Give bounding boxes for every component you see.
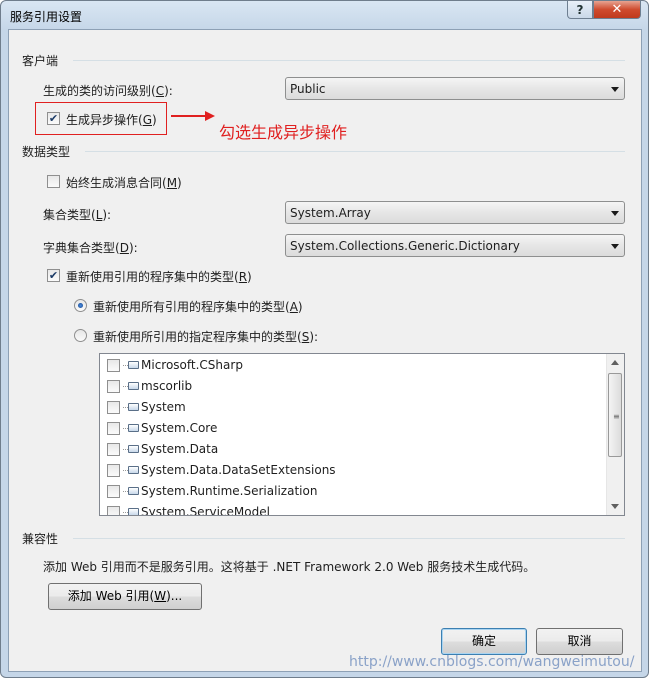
assembly-name: System.Core	[141, 421, 218, 435]
checkmark-icon: ✔	[48, 112, 59, 125]
reuse-types-label: 重新使用引用的程序集中的类型(R)	[66, 270, 252, 284]
collection-type-dropdown[interactable]: System.Array	[285, 201, 625, 224]
list-item[interactable]: mscorlib	[100, 376, 600, 397]
access-level-label: 生成的类的访问级别(C):	[43, 84, 173, 98]
add-web-reference-button[interactable]: 添加 Web 引用(W)...	[48, 583, 202, 610]
assembly-icon	[128, 445, 139, 453]
list-item[interactable]: System.ServiceModel	[100, 502, 600, 516]
checkmark-icon: ✔	[48, 269, 59, 282]
assembly-checkbox[interactable]	[107, 422, 120, 435]
chevron-down-icon	[611, 87, 619, 92]
assembly-icon	[128, 487, 139, 495]
scroll-up-icon[interactable]	[611, 360, 619, 365]
access-level-value: Public	[290, 82, 326, 96]
assembly-icon	[128, 466, 139, 474]
title-bar: 服务引用设置 ? ✕	[1, 1, 648, 29]
help-icon: ?	[576, 2, 584, 17]
ok-button[interactable]: 确定	[441, 628, 527, 655]
client-group-title: 客户端	[22, 54, 59, 68]
assembly-list-scrollbar[interactable]: ≡	[606, 354, 624, 515]
dictionary-type-dropdown[interactable]: System.Collections.Generic.Dictionary	[285, 234, 625, 257]
radio-selected-icon	[78, 303, 83, 308]
cancel-button[interactable]: 取消	[536, 628, 623, 655]
list-item[interactable]: System	[100, 397, 600, 418]
collection-type-value: System.Array	[290, 206, 371, 220]
reuse-types-checkbox[interactable]: ✔	[47, 269, 60, 282]
close-button[interactable]: ✕	[593, 1, 641, 19]
list-item[interactable]: Microsoft.CSharp	[100, 355, 600, 376]
scroll-down-icon[interactable]	[611, 504, 619, 509]
reuse-specified-radio[interactable]	[74, 329, 87, 342]
dictionary-type-value: System.Collections.Generic.Dictionary	[290, 239, 520, 253]
annotation-text: 勾选生成异步操作	[219, 123, 348, 142]
list-item[interactable]: System.Runtime.Serialization	[100, 481, 600, 502]
always-message-contracts-checkbox[interactable]	[47, 175, 60, 188]
assembly-list[interactable]: Microsoft.CSharp mscorlib System System.…	[99, 353, 625, 516]
list-item[interactable]: System.Data.DataSetExtensions	[100, 460, 600, 481]
service-reference-settings-dialog: 服务引用设置 ? ✕ 客户端 生成的类的访问级别(C): Public ✔ 生成…	[0, 0, 649, 678]
assembly-name: System.Data.DataSetExtensions	[141, 463, 336, 477]
annotation-arrow-icon	[171, 111, 215, 121]
dictionary-type-label: 字典集合类型(D):	[43, 241, 138, 255]
assembly-checkbox[interactable]	[107, 464, 120, 477]
compatibility-description: 添加 Web 引用而不是服务引用。这将基于 .NET Framework 2.0…	[43, 560, 536, 574]
assembly-name: System.Runtime.Serialization	[141, 484, 318, 498]
assembly-checkbox[interactable]	[107, 506, 120, 515]
assembly-checkbox[interactable]	[107, 380, 120, 393]
assembly-checkbox[interactable]	[107, 359, 120, 372]
assembly-name: System.ServiceModel	[141, 505, 270, 516]
list-item[interactable]: System.Core	[100, 418, 600, 439]
watermark-url: http://www.cnblogs.com/wangweimutou/	[349, 654, 635, 670]
reuse-all-radio[interactable]	[74, 299, 87, 312]
assembly-icon	[128, 361, 139, 369]
compatibility-group-divider	[73, 538, 625, 539]
dialog-body: 客户端 生成的类的访问级别(C): Public ✔ 生成异步操作(G) 勾选生…	[8, 29, 642, 672]
data-types-group-title: 数据类型	[22, 145, 71, 159]
assembly-icon	[128, 403, 139, 411]
assembly-checkbox[interactable]	[107, 443, 120, 456]
assembly-icon	[128, 382, 139, 390]
close-icon: ✕	[611, 2, 623, 17]
assembly-checkbox[interactable]	[107, 401, 120, 414]
assembly-name: System.Data	[141, 442, 219, 456]
help-button[interactable]: ?	[567, 1, 593, 19]
async-operations-checkbox[interactable]: ✔	[47, 112, 60, 125]
chevron-down-icon	[611, 211, 619, 216]
grip-icon: ≡	[613, 412, 620, 421]
assembly-checkbox[interactable]	[107, 485, 120, 498]
async-operations-label: 生成异步操作(G)	[66, 113, 157, 127]
scrollbar-thumb[interactable]: ≡	[608, 373, 622, 457]
list-item[interactable]: System.Data	[100, 439, 600, 460]
access-level-dropdown[interactable]: Public	[285, 77, 625, 100]
compatibility-group-title: 兼容性	[22, 532, 59, 546]
data-types-group-divider	[85, 151, 625, 152]
assembly-icon	[128, 508, 139, 515]
client-group-divider	[73, 60, 625, 61]
reuse-specified-label: 重新使用所引用的指定程序集中的类型(S):	[93, 330, 319, 344]
assembly-name: Microsoft.CSharp	[141, 358, 243, 372]
always-message-contracts-label: 始终生成消息合同(M)	[66, 176, 182, 190]
assembly-icon	[128, 424, 139, 432]
reuse-all-label: 重新使用所有引用的程序集中的类型(A)	[93, 300, 303, 314]
assembly-name: System	[141, 400, 186, 414]
collection-type-label: 集合类型(L):	[43, 208, 112, 222]
window-title: 服务引用设置	[10, 10, 83, 24]
chevron-down-icon	[611, 244, 619, 249]
assembly-name: mscorlib	[141, 379, 193, 393]
